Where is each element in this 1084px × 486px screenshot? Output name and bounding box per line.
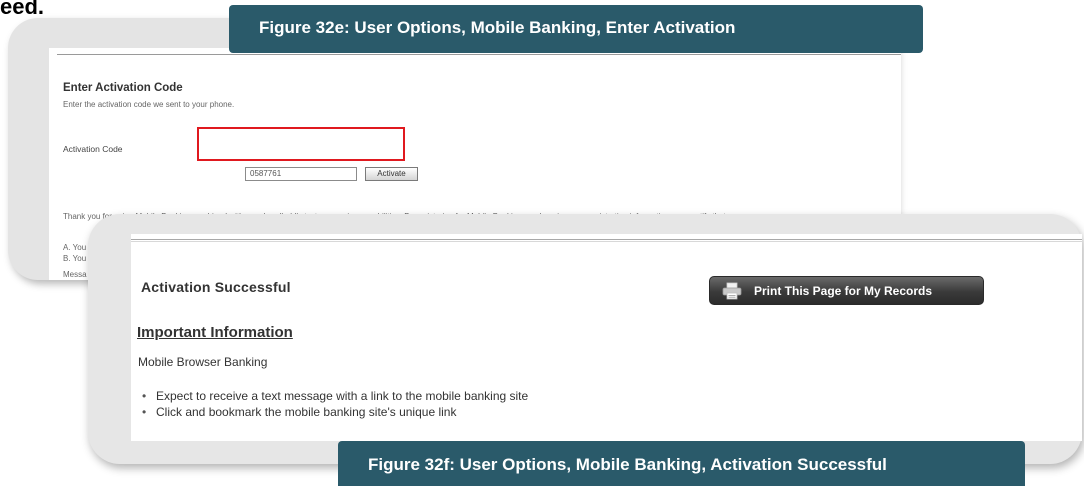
enter-activation-title: Enter Activation Code [63,82,183,94]
divider [131,241,1082,242]
enter-activation-instructions: Enter the activation code we sent to you… [63,100,235,109]
activation-successful-panel: Activation Successful Print This Page fo… [88,214,1082,464]
activation-code-label: Activation Code [63,144,123,154]
figure-32e-caption: Figure 32e: User Options, Mobile Banking… [229,5,923,53]
divider [57,54,901,55]
figure-stage: eed. Enter Activation Code Enter the act… [0,0,1084,486]
activation-code-input[interactable]: 0587761 [245,167,357,181]
print-records-button[interactable]: Print This Page for My Records [709,276,984,305]
list-item: Click and bookmark the mobile banking si… [138,404,528,420]
list-item: Expect to receive a text message with a … [138,388,528,404]
figure-32f-caption: Figure 32f: User Options, Mobile Banking… [338,441,1025,486]
information-list: Expect to receive a text message with a … [138,388,528,420]
mobile-browser-banking-heading: Mobile Browser Banking [138,355,268,369]
printer-icon [722,282,742,299]
divider [131,239,1082,240]
activation-successful-screenshot: Activation Successful Print This Page fo… [131,234,1082,441]
activate-button[interactable]: Activate [365,167,418,181]
cut-off-text: eed. [0,0,45,19]
activation-highlight-box [197,127,405,161]
important-information-heading: Important Information [137,324,293,341]
activation-successful-title: Activation Successful [141,279,291,295]
terms-trailing-text: Messa [63,270,87,279]
print-records-label: Print This Page for My Records [754,283,933,298]
